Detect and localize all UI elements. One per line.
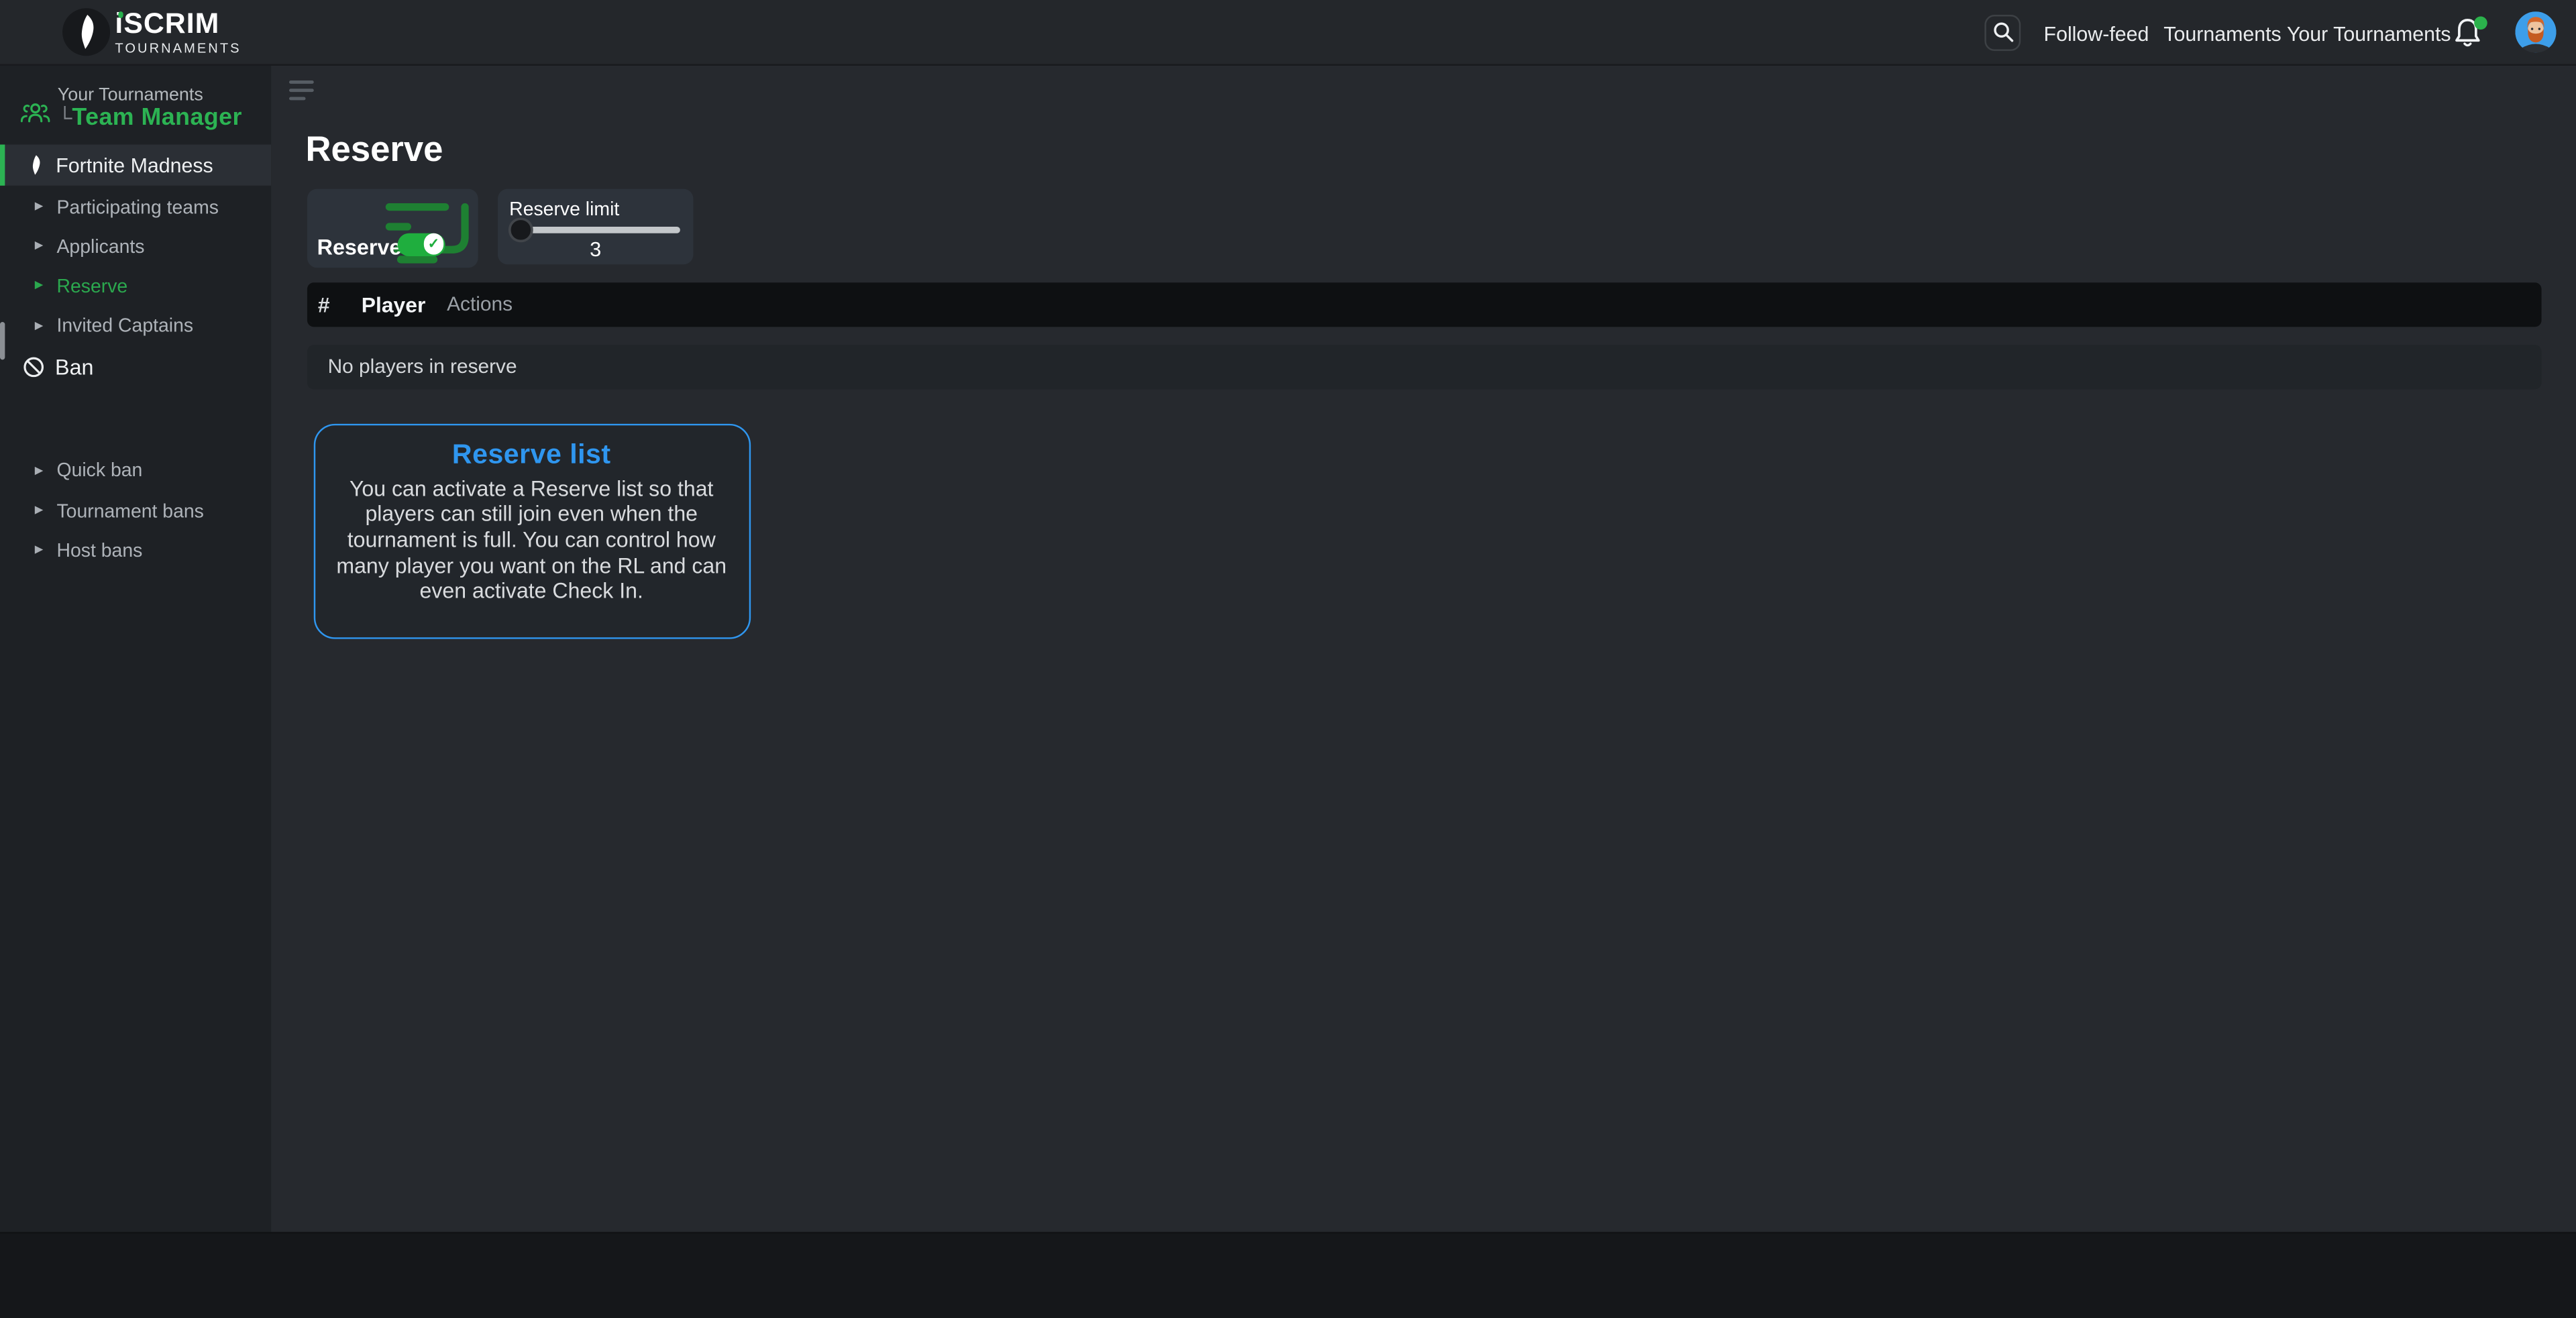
top-bar: iSCRIM TOURNAMENTS Follow-feed Tournamen… [0, 0, 2576, 66]
sidebar-item-participating-teams[interactable]: ► Participating teams [0, 197, 271, 221]
page-title: Reserve [306, 129, 443, 170]
info-box-title: Reserve list [315, 439, 749, 472]
sidebar-item-ban[interactable]: Ban [0, 353, 271, 382]
team-group-icon [19, 100, 51, 128]
search-button[interactable] [1984, 14, 2021, 50]
nav-follow-feed[interactable]: Follow-feed [2044, 22, 2149, 45]
sidebar-item-host-bans[interactable]: ► Host bans [0, 540, 271, 565]
menu-toggle-icon[interactable] [288, 80, 313, 104]
brand-logo[interactable] [62, 8, 110, 56]
tree-connector: └ [58, 107, 72, 129]
empty-message: No players in reserve [328, 344, 517, 388]
arrow-right-icon: ► [32, 541, 46, 557]
brand-tagline: TOURNAMENTS [115, 42, 241, 55]
main-content: Reserve Reserve Reserve limit [271, 66, 2576, 1232]
reserve-toggle-switch[interactable] [398, 233, 445, 256]
sidebar-section-label: Your Tournaments [58, 85, 203, 104]
shard-logo-icon [74, 13, 99, 51]
sidebar-item-invited-captains[interactable]: ► Invited Captains [0, 315, 271, 340]
info-box-body: You can activate a Reserve list so that … [325, 476, 739, 604]
arrow-right-icon: ► [32, 237, 46, 253]
arrow-right-icon: ► [32, 317, 46, 333]
brand-name: iSCRIM [115, 10, 219, 39]
active-indicator-bar [0, 144, 5, 186]
reserve-toggle-card: Reserve [307, 188, 478, 267]
reserve-table-empty-row: No players in reserve [307, 344, 2542, 388]
arrow-right-icon: ► [32, 276, 46, 292]
ban-icon [22, 356, 44, 378]
reserve-limit-card: Reserve limit 3 [498, 189, 693, 265]
reserve-limit-label: Reserve limit [509, 198, 619, 219]
sidebar-item-quick-ban[interactable]: ► Quick ban [0, 460, 271, 485]
slider-thumb[interactable] [511, 220, 530, 239]
sidebar: Your Tournaments └Team Manager Fortnite … [0, 66, 271, 1232]
reserve-limit-slider[interactable] [509, 227, 680, 233]
reserve-info-box: Reserve list You can activate a Reserve … [313, 424, 750, 639]
app-screen: iSCRIM TOURNAMENTS Follow-feed Tournamen… [0, 0, 2576, 1318]
sidebar-item-applicants[interactable]: ► Applicants [0, 236, 271, 261]
sidebar-scrollbar-thumb[interactable] [0, 322, 5, 360]
sidebar-manager-title: Team Manager [72, 105, 242, 131]
sidebar-manager-title-row[interactable]: └Team Manager [58, 103, 242, 133]
nav-your-tournaments[interactable]: Your Tournaments [2287, 22, 2451, 45]
check-icon [423, 233, 444, 254]
sidebar-item-tournament[interactable]: Fortnite Madness [0, 144, 271, 186]
nav-tournaments[interactable]: Tournaments [2163, 22, 2281, 45]
arrow-right-icon: ► [32, 501, 46, 517]
notifications-button[interactable] [2453, 15, 2485, 50]
page-footer [0, 1232, 2576, 1318]
search-icon [1992, 21, 2013, 43]
brand-text: iSCRIM TOURNAMENTS [115, 10, 241, 56]
arrow-right-icon: ► [32, 197, 46, 213]
sidebar-item-tournament-bans[interactable]: ► Tournament bans [0, 500, 271, 525]
column-actions: Actions [447, 282, 513, 327]
reserve-toggle-label: Reserve [317, 234, 402, 259]
column-player: Player [362, 282, 426, 327]
arrow-right-icon: ► [32, 461, 46, 478]
sidebar-item-reserve[interactable]: ► Reserve [0, 276, 271, 300]
reserve-table-header: # Player Actions [307, 282, 2542, 327]
column-rank: # [318, 282, 330, 327]
sidebar-tournament-name: Fortnite Madness [56, 154, 213, 176]
user-avatar[interactable] [2515, 11, 2555, 52]
shard-tournament-icon [28, 154, 43, 176]
reserve-limit-value: 3 [498, 237, 693, 260]
